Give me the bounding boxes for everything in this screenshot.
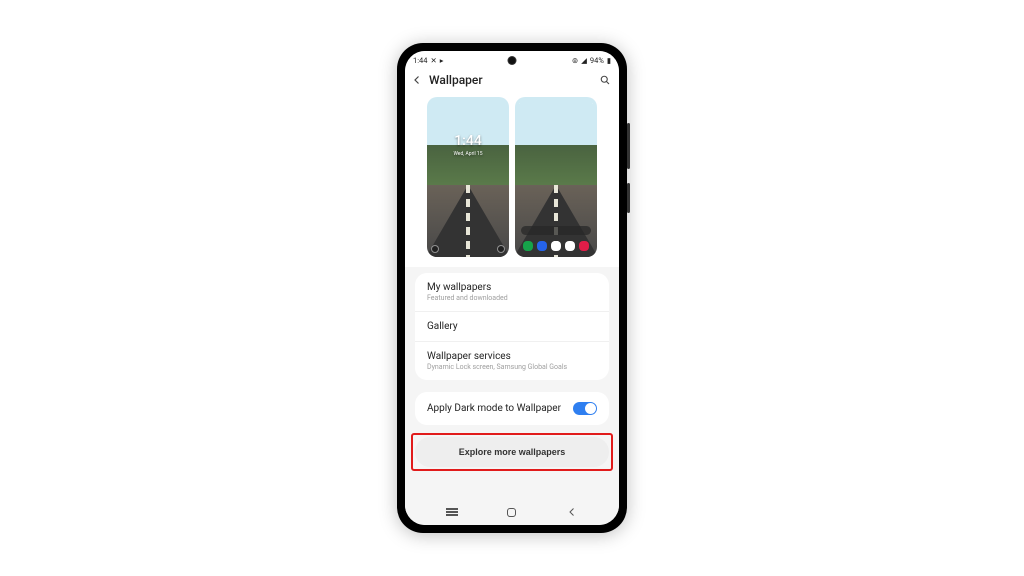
homescreen-preview[interactable]: ·· xyxy=(515,97,597,257)
navigation-bar xyxy=(405,499,619,525)
lockscreen-preview[interactable]: 1:44 Wed, April 15 xyxy=(427,97,509,257)
dock-row xyxy=(515,241,597,251)
playstore-app-icon xyxy=(565,241,575,251)
services-subtitle: Dynamic Lock screen, Samsung Global Goal… xyxy=(427,363,597,371)
dark-mode-row[interactable]: Apply Dark mode to Wallpaper xyxy=(415,392,609,425)
back-icon[interactable] xyxy=(411,74,423,86)
services-title: Wallpaper services xyxy=(427,351,597,362)
gallery-item[interactable]: Gallery xyxy=(415,312,609,342)
dark-mode-label: Apply Dark mode to Wallpaper xyxy=(427,403,561,414)
search-icon[interactable] xyxy=(599,74,611,86)
app-header: Wallpaper xyxy=(405,69,619,93)
explore-more-wallpapers-button[interactable]: Explore more wallpapers xyxy=(415,437,609,467)
nav-home-icon[interactable] xyxy=(507,508,516,517)
my-wallpapers-subtitle: Featured and downloaded xyxy=(427,294,597,302)
page-title: Wallpaper xyxy=(429,73,593,87)
my-wallpapers-item[interactable]: My wallpapers Featured and downloaded xyxy=(415,273,609,312)
power-button xyxy=(627,183,630,213)
explore-button-wrap: Explore more wallpapers xyxy=(415,437,609,467)
wifi-icon: ⊚ xyxy=(572,56,578,65)
chrome-app-icon xyxy=(551,241,561,251)
battery-percent: 94% xyxy=(590,56,604,65)
lock-time: 1:44 xyxy=(427,133,509,149)
video-icon: ▸ xyxy=(440,56,444,65)
lock-camera-icon xyxy=(497,245,505,253)
gallery-title: Gallery xyxy=(427,321,597,332)
no-sim-icon: ✕ xyxy=(430,56,436,65)
my-wallpapers-title: My wallpapers xyxy=(427,282,597,293)
status-bar: 1:44 ✕ ▸ ⊚ ◢ 94% ▮ xyxy=(405,51,619,69)
status-time: 1:44 xyxy=(413,56,427,65)
lock-phone-icon xyxy=(431,245,439,253)
wallpaper-sources-list: My wallpapers Featured and downloaded Ga… xyxy=(415,273,609,380)
dark-mode-toggle[interactable] xyxy=(573,402,597,415)
phone-app-icon xyxy=(523,241,533,251)
phone-device-frame: 1:44 ✕ ▸ ⊚ ◢ 94% ▮ Wallpaper 1:44 xyxy=(397,43,627,533)
home-status-mini: ·· xyxy=(519,101,593,106)
nav-back-icon[interactable] xyxy=(566,506,578,518)
nav-recents-icon[interactable] xyxy=(446,511,458,513)
wallpaper-previews: 1:44 Wed, April 15 ·· xyxy=(405,93,619,267)
wallpaper-services-item[interactable]: Wallpaper services Dynamic Lock screen, … xyxy=(415,342,609,380)
phone-screen: 1:44 ✕ ▸ ⊚ ◢ 94% ▮ Wallpaper 1:44 xyxy=(405,51,619,525)
google-search-widget xyxy=(521,226,591,235)
signal-icon: ◢ xyxy=(581,56,587,65)
battery-icon: ▮ xyxy=(607,56,611,65)
camera-app-icon xyxy=(579,241,589,251)
lock-date: Wed, April 15 xyxy=(427,151,509,157)
volume-button xyxy=(627,123,630,169)
messages-app-icon xyxy=(537,241,547,251)
